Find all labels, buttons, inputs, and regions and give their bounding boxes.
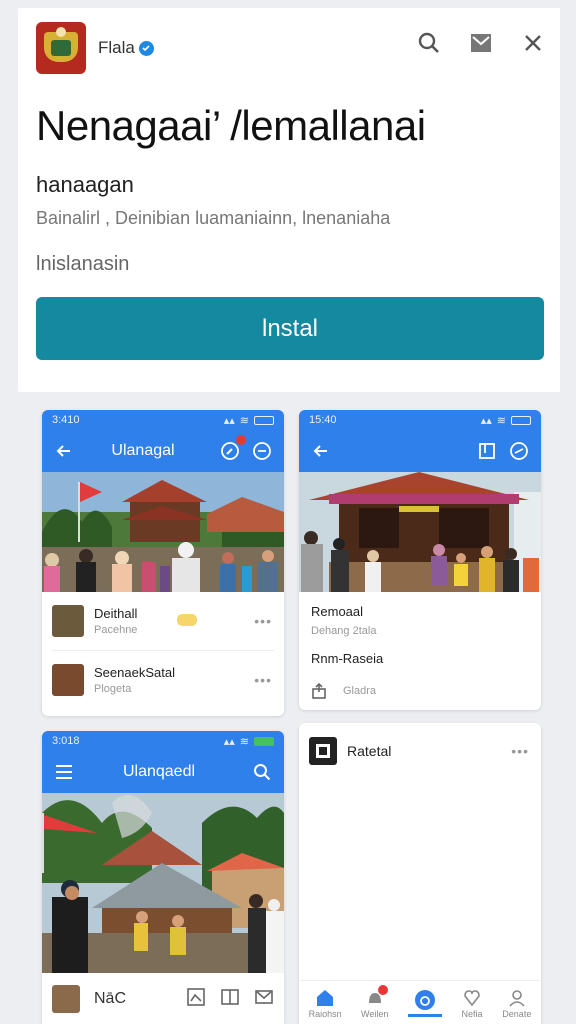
header-actions bbox=[416, 30, 546, 56]
battery-icon bbox=[254, 736, 274, 746]
signal-icon: ▴▴ bbox=[223, 735, 235, 748]
app-bar: Ulanagal bbox=[42, 430, 284, 472]
screenshot-2[interactable]: 15:40 ▴▴ ≋ Remoaal Dehang 2tala Rnm-Rase… bbox=[299, 410, 541, 710]
bottom-navigation: Raiohsn Weilen Nefia Denate bbox=[299, 980, 541, 1024]
screenshot-4[interactable]: Ratetal ••• Raiohsn Weilen Nefia Denate bbox=[299, 723, 541, 1024]
app-bar-title: Ulanqaedl bbox=[122, 763, 196, 780]
app-bar: Ulanqaedl bbox=[42, 751, 284, 793]
search-icon[interactable] bbox=[416, 30, 442, 56]
more-options-icon[interactable]: ••• bbox=[511, 743, 529, 759]
chat-icon[interactable] bbox=[250, 439, 274, 463]
signal-icon: ▴▴ bbox=[223, 414, 235, 427]
app-title: Nenagaai’ /lemallanai bbox=[36, 102, 426, 149]
screenshot-1[interactable]: 3:410 ▴▴ ≋ Ulanagal Deithall Pacehne •••… bbox=[42, 410, 284, 716]
status-time: 3:410 bbox=[52, 414, 80, 426]
item-thumbnail bbox=[52, 605, 84, 637]
share-action[interactable]: Gladra bbox=[311, 682, 529, 700]
status-bar: 3:018 ▴▴ ≋ bbox=[42, 731, 284, 751]
item-title: SeenaekSatal bbox=[94, 665, 175, 680]
nav-item-favorites[interactable]: Nefia bbox=[461, 987, 483, 1019]
nav-label: Nefia bbox=[461, 1008, 483, 1019]
notification-badge bbox=[236, 435, 246, 445]
more-options-icon[interactable]: ••• bbox=[254, 672, 272, 688]
list-item[interactable]: Ratetal ••• bbox=[299, 723, 541, 779]
bookmark-icon[interactable] bbox=[475, 439, 499, 463]
install-status: lnislanasin bbox=[36, 253, 130, 275]
list-item[interactable]: SeenaekSatal Plogeta ••• bbox=[42, 651, 284, 709]
sticker-icon bbox=[177, 614, 197, 626]
screenshot-3[interactable]: 3:018 ▴▴ ≋ Ulanqaedl NāC bbox=[42, 731, 284, 1024]
list-item[interactable]: Deithall Pacehne ••• bbox=[42, 592, 284, 650]
inbox-icon[interactable] bbox=[468, 30, 494, 56]
app-bar-title: Ulanagal bbox=[111, 442, 175, 459]
item-title: Deithall bbox=[94, 606, 138, 621]
nav-item-center[interactable] bbox=[407, 989, 442, 1017]
item-subtitle: Plogeta bbox=[94, 683, 132, 695]
post-title: Remoaal bbox=[311, 604, 364, 619]
active-indicator bbox=[407, 1013, 442, 1017]
battery-icon bbox=[511, 415, 531, 425]
bottom-toolbar: NāC bbox=[42, 974, 284, 1024]
book-icon[interactable] bbox=[220, 987, 240, 1012]
center-action-icon bbox=[414, 989, 436, 1011]
item-title: Ratetal bbox=[347, 743, 392, 759]
item-thumbnail bbox=[52, 664, 84, 696]
back-arrow-icon[interactable] bbox=[52, 439, 76, 463]
post-body: Rnm-Raseia bbox=[311, 651, 384, 666]
search-icon[interactable] bbox=[250, 760, 274, 784]
app-categories: Bainalirl , Deinibian luamaniainn, lnena… bbox=[36, 208, 391, 228]
qr-icon bbox=[309, 737, 337, 765]
share-label: Gladra bbox=[343, 685, 377, 697]
close-icon[interactable] bbox=[520, 30, 546, 56]
status-bar: 15:40 ▴▴ ≋ bbox=[299, 410, 541, 430]
toolbar-label: NāC bbox=[94, 990, 127, 1007]
post-subtitle: Dehang 2tala bbox=[311, 625, 377, 637]
village-gathering-photo bbox=[42, 472, 284, 592]
install-button[interactable]: lnstal bbox=[36, 297, 544, 360]
home-icon bbox=[314, 987, 336, 1009]
app-bar bbox=[299, 430, 541, 472]
status-time: 3:018 bbox=[52, 735, 80, 747]
wifi-icon: ≋ bbox=[239, 414, 249, 427]
community-hall-photo bbox=[299, 472, 541, 592]
nav-label: Raiohsn bbox=[308, 1008, 342, 1019]
developer-row: Flala bbox=[36, 22, 154, 74]
item-subtitle: Pacehne bbox=[94, 624, 138, 636]
profile-icon bbox=[506, 987, 528, 1009]
nav-item-notifications[interactable]: Weilen bbox=[361, 984, 389, 1019]
developer-name[interactable]: Flala bbox=[98, 38, 135, 58]
bell-icon bbox=[364, 984, 388, 1009]
back-arrow-icon[interactable] bbox=[309, 439, 333, 463]
avatar[interactable] bbox=[52, 985, 80, 1013]
village-houses-photo bbox=[42, 793, 284, 973]
photo-icon[interactable] bbox=[186, 987, 206, 1012]
nav-item-profile[interactable]: Denate bbox=[502, 987, 531, 1019]
wifi-icon: ≋ bbox=[496, 414, 506, 427]
more-options-icon[interactable]: ••• bbox=[254, 613, 272, 629]
post-content: Remoaal Dehang 2tala Rnm-Raseia Gladra bbox=[299, 592, 541, 700]
mail-icon[interactable] bbox=[254, 987, 274, 1012]
signal-icon: ▴▴ bbox=[480, 414, 492, 427]
app-subtitle: hanaagan bbox=[36, 172, 134, 197]
wifi-icon: ≋ bbox=[239, 735, 249, 748]
verified-badge-icon bbox=[138, 40, 154, 56]
battery-icon bbox=[254, 415, 274, 425]
app-logo bbox=[36, 22, 86, 74]
nav-label: Weilen bbox=[361, 1008, 389, 1019]
heart-icon bbox=[461, 987, 483, 1009]
status-bar: 3:410 ▴▴ ≋ bbox=[42, 410, 284, 430]
chat-icon[interactable] bbox=[507, 439, 531, 463]
app-info-card: Flala Nenagaai’ /lemallanai hanaagan Bai… bbox=[18, 8, 560, 392]
notification-badge bbox=[377, 984, 388, 995]
status-time: 15:40 bbox=[309, 414, 337, 426]
compass-icon[interactable] bbox=[218, 435, 246, 463]
menu-icon[interactable] bbox=[52, 760, 76, 784]
nav-label: Denate bbox=[502, 1008, 532, 1019]
share-icon[interactable] bbox=[311, 682, 329, 700]
nav-item-home[interactable]: Raiohsn bbox=[309, 987, 342, 1019]
